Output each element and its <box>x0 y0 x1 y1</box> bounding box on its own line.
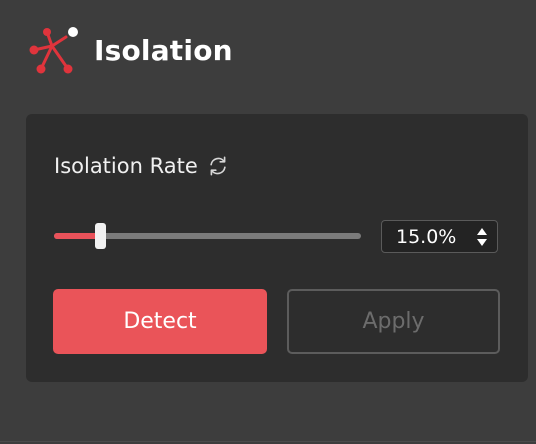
slider-thumb[interactable] <box>95 223 106 249</box>
isolation-rate-value[interactable]: 15.0% <box>396 226 456 248</box>
header: Isolation <box>26 24 233 76</box>
isolation-rate-label-row: Isolation Rate <box>54 154 229 178</box>
refresh-icon[interactable] <box>207 155 229 177</box>
network-node-icon <box>29 27 78 74</box>
page-title: Isolation <box>94 33 233 67</box>
detect-button[interactable]: Detect <box>53 289 267 354</box>
divider <box>0 441 536 442</box>
up-down-spinner-icon[interactable] <box>476 227 488 247</box>
apply-button[interactable]: Apply <box>287 289 500 354</box>
slider-fill <box>54 233 100 239</box>
isolation-rate-input[interactable]: 15.0% <box>381 220 498 253</box>
isolation-panel: Isolation Rate 15.0% Detect Apply <box>26 114 528 382</box>
isolation-rate-label: Isolation Rate <box>54 154 198 178</box>
isolation-rate-slider[interactable] <box>54 222 361 250</box>
